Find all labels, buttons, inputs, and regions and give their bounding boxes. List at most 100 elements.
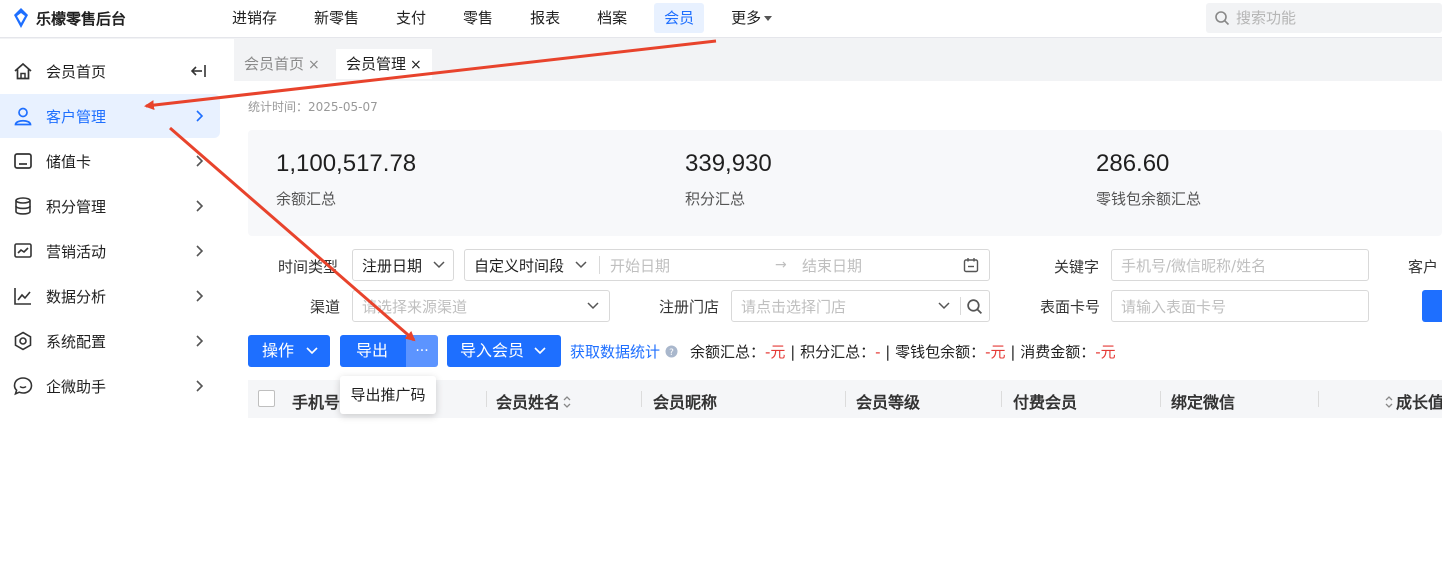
main-content: 会员首页 × 会员管理 × 统计时间：2025-05-07 1,100,517.78… — [234, 39, 1442, 585]
col-wechat-bound[interactable]: 绑定微信 — [1171, 389, 1235, 413]
end-date-input[interactable]: 结束日期 — [793, 255, 862, 276]
sidebar-item-label: 客户管理 — [46, 107, 107, 126]
sidebar-item-label: 系统配置 — [46, 332, 107, 351]
stat-wallet: 286.60 零钱包余额汇总 — [1096, 150, 1201, 209]
chevron-right-icon — [196, 200, 204, 212]
top-nav-inventory[interactable]: 进销存 — [222, 3, 287, 33]
export-more-button[interactable]: ··· — [406, 335, 438, 367]
start-date-input[interactable]: 开始日期 — [601, 255, 670, 276]
sidebar-item-label: 会员首页 — [46, 62, 107, 81]
sidebar-item-member-home[interactable]: 会员首页 — [0, 49, 220, 93]
top-nav-new-retail[interactable]: 新零售 — [304, 3, 369, 33]
store-select[interactable]: 请点击选择门店 — [731, 290, 990, 322]
time-type-select[interactable]: 注册日期 — [352, 249, 454, 281]
stat-label: 积分汇总 — [685, 190, 746, 208]
select-all-checkbox[interactable] — [258, 390, 275, 407]
sidebar-item-label: 企微助手 — [46, 377, 107, 396]
top-nav-reports[interactable]: 报表 — [520, 3, 570, 33]
more-icon: ··· — [415, 343, 429, 359]
channel-label: 渠道 — [310, 298, 341, 316]
period-select[interactable]: 自定义时间段 — [465, 255, 591, 276]
col-paid-member[interactable]: 付费会员 — [1013, 389, 1077, 413]
tab-member-home[interactable]: 会员首页 × — [234, 49, 330, 79]
chevron-right-icon — [196, 380, 204, 392]
card-icon — [14, 153, 32, 169]
col-member-nickname[interactable]: 会员昵称 — [653, 389, 717, 413]
col-member-name[interactable]: 会员姓名 — [496, 389, 572, 413]
range-arrow: → — [775, 257, 787, 273]
sidebar-item-label: 积分管理 — [46, 197, 107, 216]
sidebar-item-marketing[interactable]: 营销活动 — [0, 229, 220, 273]
sidebar-item-customer-management[interactable]: 客户管理 — [0, 94, 220, 138]
chart-board-icon — [14, 243, 32, 258]
keyword-input[interactable]: 手机号/微信昵称/姓名 — [1111, 249, 1369, 281]
calendar-icon — [963, 258, 979, 273]
search-input[interactable] — [1236, 9, 1436, 27]
top-nav-payment[interactable]: 支付 — [386, 3, 436, 33]
tab-member-management[interactable]: 会员管理 × — [336, 49, 432, 79]
stat-time: 统计时间：2025-05-07 — [248, 100, 378, 114]
close-tab-icon[interactable]: × — [308, 57, 320, 73]
stat-balance: 1,100,517.78 余额汇总 — [276, 150, 416, 209]
col-growth-value[interactable]: 成长值 — [1384, 389, 1442, 413]
top-nav-retail[interactable]: 零售 — [453, 3, 503, 33]
import-member-button[interactable]: 导入会员 — [447, 335, 561, 367]
keyword-label: 关键字 — [1054, 258, 1100, 276]
sidebar-item-system-config[interactable]: 系统配置 — [0, 319, 220, 363]
chevron-down-icon — [575, 261, 587, 269]
chevron-right-icon — [196, 290, 204, 302]
brand-name: 乐檬零售后台 — [36, 9, 127, 28]
column-divider — [641, 391, 642, 407]
search-button[interactable] — [1422, 290, 1442, 322]
sidebar-item-wecom-assistant[interactable]: 企微助手 — [0, 364, 220, 408]
get-stats-link[interactable]: 获取数据统计 ? — [570, 341, 678, 362]
chevron-right-icon — [196, 110, 204, 122]
stats-card: 1,100,517.78 余额汇总 339,930 积分汇总 286.60 零钱… — [248, 130, 1442, 236]
tab-bar: 会员首页 × 会员管理 × — [234, 39, 1442, 81]
divider — [599, 256, 600, 274]
stat-value: 286.60 — [1096, 150, 1170, 177]
top-nav-member[interactable]: 会员 — [654, 3, 705, 33]
sidebar-item-data-analysis[interactable]: 数据分析 — [0, 274, 220, 318]
stat-label: 零钱包余额汇总 — [1096, 190, 1202, 208]
sort-icon — [1385, 396, 1393, 408]
top-nav-archive[interactable]: 档案 — [587, 3, 637, 33]
brand[interactable]: 乐檬零售后台 — [12, 7, 126, 29]
stat-value: 339,930 — [685, 150, 772, 177]
card-number-input[interactable]: 请输入表面卡号 — [1111, 290, 1369, 322]
chat-icon — [13, 377, 33, 396]
sidebar-item-label: 营销活动 — [46, 242, 107, 261]
sidebar-item-label: 数据分析 — [46, 287, 107, 306]
database-icon — [15, 197, 31, 215]
col-member-level[interactable]: 会员等级 — [856, 389, 920, 413]
customer-filter-label: 客户 — [1408, 258, 1439, 276]
sidebar-item-points-management[interactable]: 积分管理 — [0, 184, 220, 228]
collapse-sidebar-icon[interactable] — [190, 63, 208, 79]
svg-text:?: ? — [669, 348, 674, 358]
top-nav: 进销存 新零售 支付 零售 报表 档案 会员 更多 — [222, 3, 799, 33]
search-icon[interactable] — [966, 298, 983, 315]
col-phone[interactable]: 手机号 — [292, 389, 340, 413]
chevron-down-icon — [433, 261, 445, 269]
brand-logo-icon — [14, 8, 28, 28]
chevron-down-icon — [306, 347, 318, 355]
top-nav-more[interactable]: 更多 — [721, 3, 782, 33]
stat-label: 余额汇总 — [276, 190, 337, 208]
home-icon — [14, 62, 32, 80]
function-search[interactable] — [1206, 3, 1442, 33]
store-label: 注册门店 — [659, 298, 720, 316]
export-promo-code-option[interactable]: 导出推广码 — [340, 376, 436, 414]
export-button[interactable]: 导出 — [340, 335, 406, 367]
date-range-picker[interactable]: 自定义时间段 开始日期 → 结束日期 — [464, 249, 990, 281]
operate-button[interactable]: 操作 — [248, 335, 330, 367]
sidebar: 会员首页 客户管理 储值卡 积分管理 营销活动 数据分析 系统配置 企微助手 — [0, 39, 234, 585]
chevron-down-icon — [938, 302, 950, 310]
user-icon — [14, 107, 32, 126]
search-icon — [1215, 11, 1230, 26]
caret-down-icon — [764, 16, 773, 21]
close-tab-icon[interactable]: × — [410, 57, 422, 73]
time-type-label: 时间类型 — [278, 258, 339, 276]
channel-select[interactable]: 请选择来源渠道 — [352, 290, 610, 322]
sidebar-item-stored-value-card[interactable]: 储值卡 — [0, 139, 220, 183]
top-bar: 乐檬零售后台 进销存 新零售 支付 零售 报表 档案 会员 更多 — [0, 0, 1442, 38]
